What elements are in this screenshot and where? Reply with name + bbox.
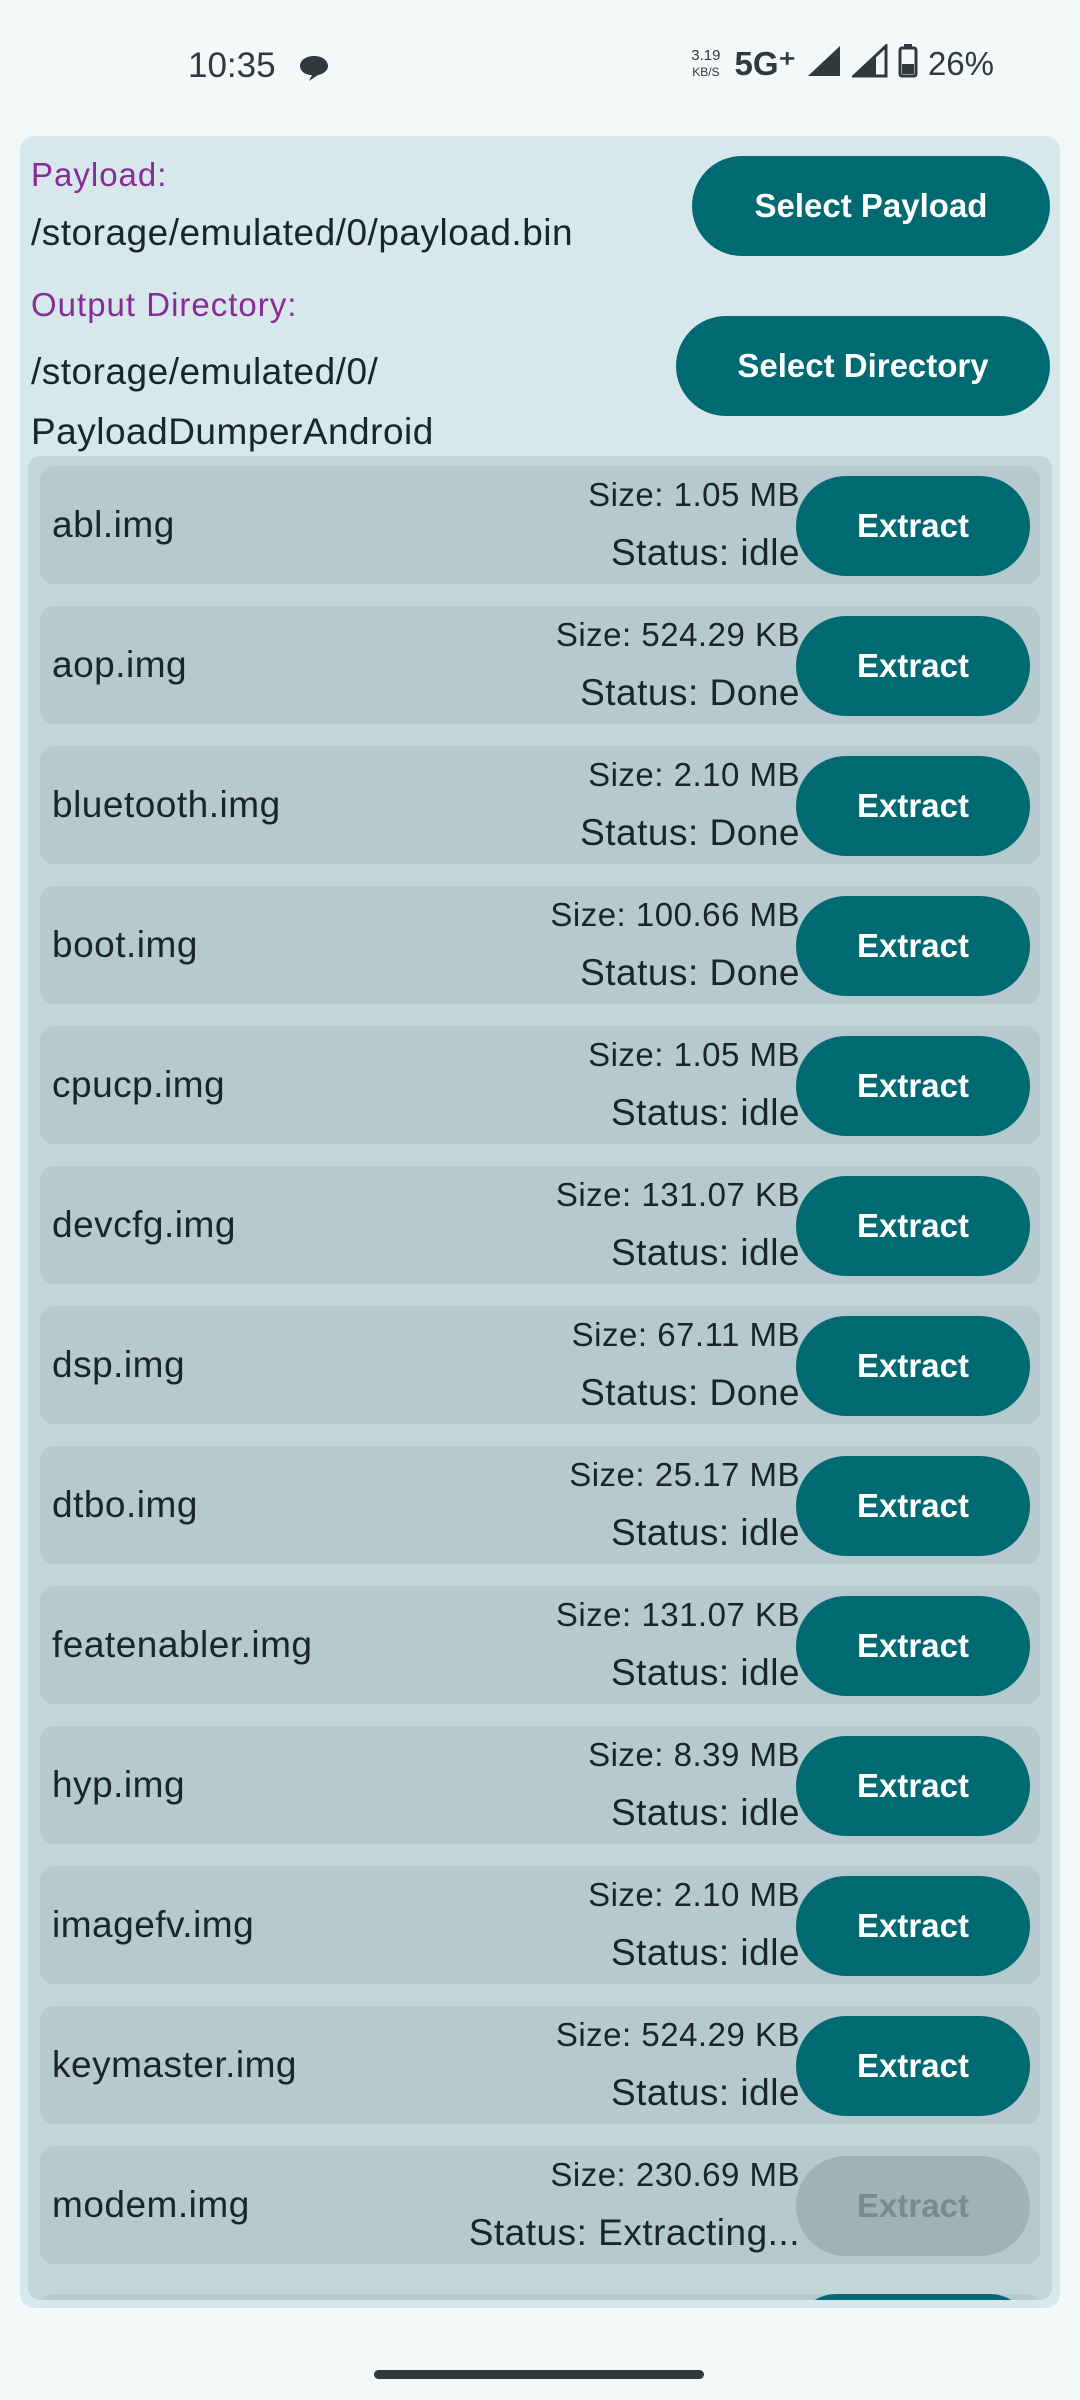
partition-status: Status: idle: [610, 1792, 800, 1833]
output-directory-path: /storage/emulated/0/ PayloadDumperAndroi…: [31, 351, 434, 452]
partition-row: imagefv.img Size: 2.10 MB Status: idle Extr…: [40, 1866, 1040, 1984]
partition-name: aop.img: [52, 644, 188, 685]
partition-size: Size: 1.05 MB: [588, 1036, 800, 1073]
partition-row: hyp.img Size: 8.39 MB Status: idle Extract: [40, 1726, 1040, 1844]
partition-status: Status: idle: [610, 1232, 800, 1273]
partition-status: Status: Done: [580, 1372, 800, 1413]
signal-icon-2: [850, 42, 888, 83]
extract-button[interactable]: Extract: [796, 2016, 1030, 2116]
extract-button[interactable]: Extract: [796, 1456, 1030, 1556]
extract-button-partial[interactable]: [796, 2294, 1030, 2300]
extract-button[interactable]: Extract: [796, 2156, 1030, 2256]
signal-icon: [806, 44, 842, 83]
partition-name: hyp.img: [52, 1764, 186, 1805]
partition-size: Size: 230.69 MB: [550, 2156, 800, 2193]
partition-row: modem.img Size: 230.69 MB Status: Extracti…: [40, 2146, 1040, 2264]
payload-path: /storage/emulated/0/payload.bin: [31, 212, 574, 253]
select-payload-button[interactable]: Select Payload: [692, 156, 1050, 256]
partition-name: dtbo.img: [52, 1484, 198, 1525]
battery-icon: [898, 44, 918, 83]
partition-status: Status: Done: [580, 672, 800, 713]
partition-row: cpucp.img Size: 1.05 MB Status: idle Extrac…: [40, 1026, 1040, 1144]
network-speed-unit: KB/S: [692, 64, 720, 79]
partition-status: Status: idle: [610, 1092, 800, 1133]
status-indicators: 3.19 KB/S 5G⁺ 26%: [691, 42, 994, 83]
partition-size: Size: 2.10 MB: [588, 756, 800, 793]
partition-status: Status: idle: [610, 532, 800, 573]
extract-button[interactable]: Extract: [796, 616, 1030, 716]
partition-name: keymaster.img: [52, 2044, 298, 2085]
partition-row-partial: [40, 2294, 1040, 2300]
extract-button[interactable]: Extract: [796, 1596, 1030, 1696]
partition-status: Status: idle: [610, 1652, 800, 1693]
partition-size: Size: 524.29 KB: [555, 2016, 800, 2053]
extract-button[interactable]: Extract: [796, 476, 1030, 576]
partition-list[interactable]: abl.img Size: 1.05 MB Status: idle Extract a…: [28, 456, 1052, 2300]
partition-name: bluetooth.img: [52, 784, 281, 825]
partition-size: Size: 2.10 MB: [588, 1876, 800, 1913]
partition-size: Size: 131.07 KB: [555, 1176, 800, 1213]
partition-row: abl.img Size: 1.05 MB Status: idle Extract: [40, 466, 1040, 584]
partition-name: dsp.img: [52, 1344, 186, 1385]
partition-size: Size: 1.05 MB: [588, 476, 800, 513]
extract-button[interactable]: Extract: [796, 1316, 1030, 1416]
extract-button[interactable]: Extract: [796, 1036, 1030, 1136]
extract-button[interactable]: Extract: [796, 1176, 1030, 1276]
message-bubble-icon: [297, 53, 331, 88]
select-directory-button[interactable]: Select Directory: [676, 316, 1050, 416]
extract-button[interactable]: Extract: [796, 1876, 1030, 1976]
extract-button[interactable]: Extract: [796, 1736, 1030, 1836]
partition-size: Size: 25.17 MB: [569, 1456, 800, 1493]
partition-row: keymaster.img Size: 524.29 KB Status: idle…: [40, 2006, 1040, 2124]
extract-button[interactable]: Extract: [796, 756, 1030, 856]
partition-name: boot.img: [52, 924, 198, 965]
partition-row: bluetooth.img Size: 2.10 MB Status: Done Ex…: [40, 746, 1040, 864]
network-speed: 3.19 KB/S: [691, 46, 721, 80]
partition-name: modem.img: [52, 2184, 250, 2225]
payload-label: Payload:: [31, 156, 168, 193]
partition-row: aop.img Size: 524.29 KB Status: Done Extrac…: [40, 606, 1040, 724]
partition-status: Status: Extracting...: [468, 2212, 800, 2253]
partition-row: devcfg.img Size: 131.07 KB Status: idle Ext…: [40, 1166, 1040, 1284]
partition-size: Size: 8.39 MB: [588, 1736, 800, 1773]
status-bar: 10:35 3.19 KB/S 5G⁺ 26%: [0, 0, 1080, 136]
partition-status: Status: idle: [610, 2072, 800, 2113]
partition-size: Size: 131.07 KB: [555, 1596, 800, 1633]
output-directory-label: Output Directory:: [31, 286, 298, 323]
status-time: 10:35: [188, 46, 276, 85]
partition-status: Status: Done: [580, 952, 800, 993]
partition-status: Status: Done: [580, 812, 800, 853]
partition-status: Status: idle: [610, 1512, 800, 1553]
network-speed-value: 3.19: [691, 46, 721, 64]
partition-name: cpucp.img: [52, 1064, 226, 1105]
extract-button[interactable]: Extract: [796, 896, 1030, 996]
partition-size: Size: 524.29 KB: [555, 616, 800, 653]
partition-row: dsp.img Size: 67.11 MB Status: Done Extract: [40, 1306, 1040, 1424]
partition-name: imagefv.img: [52, 1904, 255, 1945]
partition-name: abl.img: [52, 504, 175, 545]
network-type: 5G⁺: [734, 45, 796, 82]
gesture-navigation-bar[interactable]: [374, 2370, 704, 2379]
partition-name: devcfg.img: [52, 1204, 236, 1245]
partition-status: Status: idle: [610, 1932, 800, 1973]
battery-percent: 26%: [927, 44, 994, 82]
partition-size: Size: 100.66 MB: [550, 896, 800, 933]
partition-row: dtbo.img Size: 25.17 MB Status: idle Extrac…: [40, 1446, 1040, 1564]
partition-row: boot.img Size: 100.66 MB Status: Done Extra…: [40, 886, 1040, 1004]
partition-name: featenabler.img: [52, 1624, 313, 1665]
partition-row: featenabler.img Size: 131.07 KB Status: id…: [40, 1586, 1040, 1704]
partition-size: Size: 67.11 MB: [571, 1316, 800, 1353]
